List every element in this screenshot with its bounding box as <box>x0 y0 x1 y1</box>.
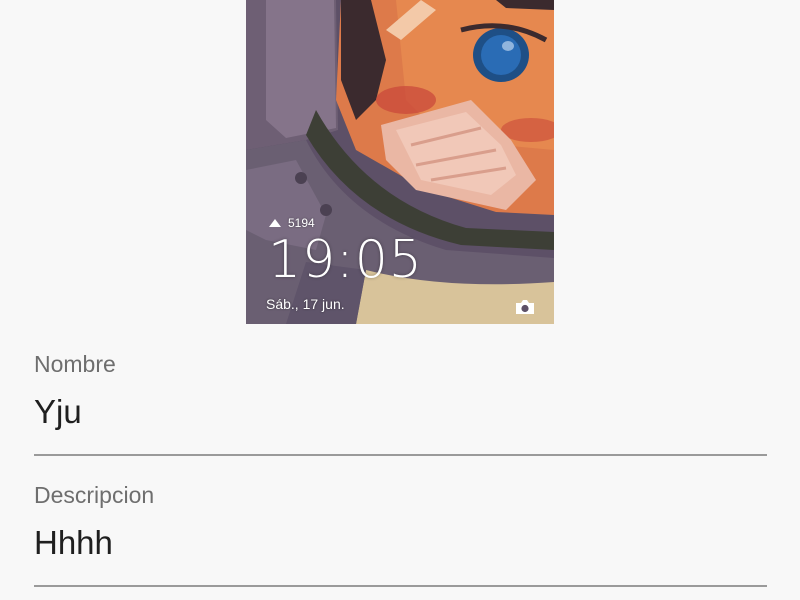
lock-time: 19:05 <box>268 230 423 290</box>
name-field[interactable]: Nombre Yju <box>34 350 767 458</box>
description-field-underline <box>34 585 767 587</box>
lock-date: Sáb., 17 jun. <box>266 296 345 312</box>
name-field-label: Nombre <box>34 351 116 377</box>
lock-status-text: 5194 <box>288 216 315 230</box>
name-field-underline <box>34 454 767 456</box>
description-field-label: Descripcion <box>34 482 155 508</box>
description-field-value[interactable]: Hhhh <box>34 523 767 563</box>
signal-icon <box>269 219 281 227</box>
description-field[interactable]: Descripcion Hhhh <box>34 481 767 589</box>
name-field-value[interactable]: Yju <box>34 392 767 432</box>
lock-status-row: 5194 <box>268 216 315 230</box>
profile-image-preview[interactable]: 5194 19:05 Sáb., 17 jun. <box>246 0 554 324</box>
edit-profile-screen: 5194 19:05 Sáb., 17 jun. Nombre Yju Desc… <box>0 0 800 600</box>
camera-icon[interactable] <box>514 298 536 316</box>
